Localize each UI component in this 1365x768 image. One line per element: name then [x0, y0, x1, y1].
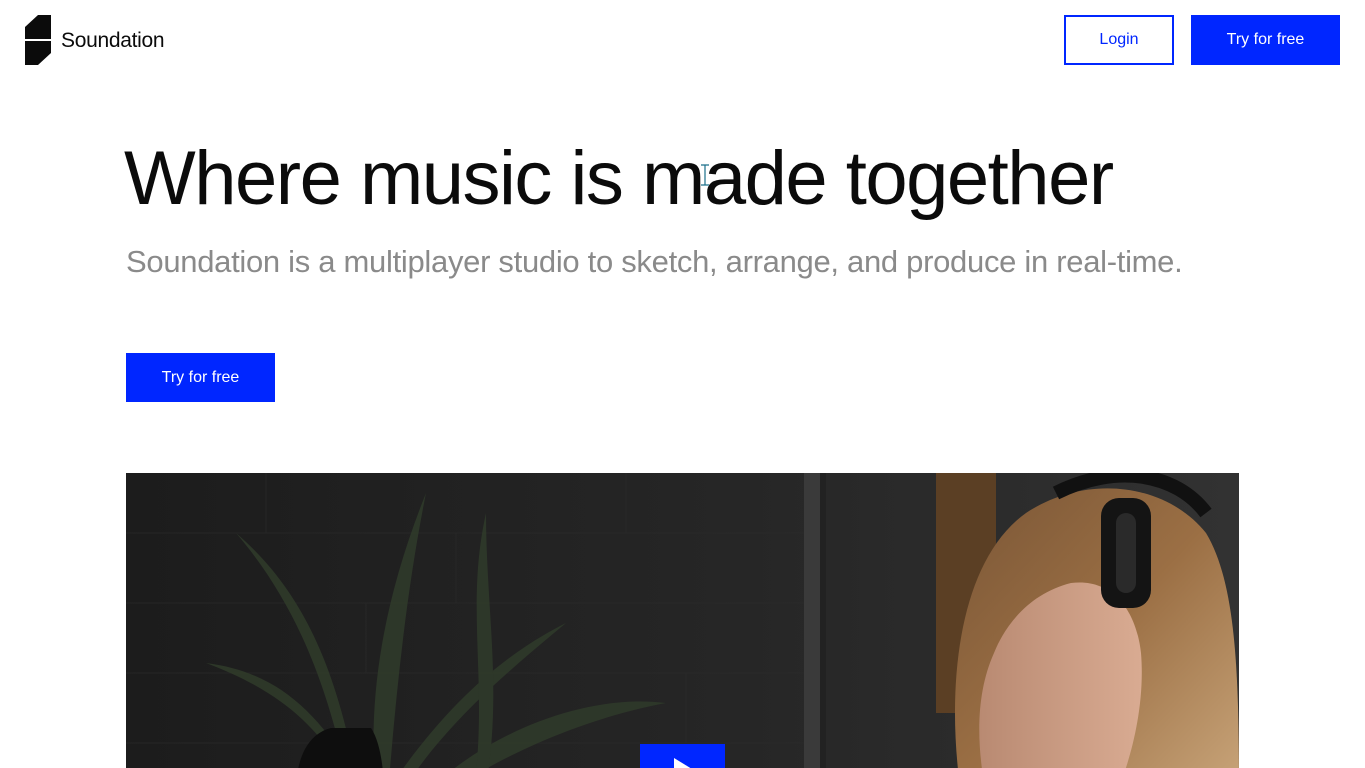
- text-cursor-icon: [701, 164, 709, 186]
- brand-logo-link[interactable]: Soundation: [25, 15, 165, 65]
- play-icon: [673, 758, 692, 768]
- video-thumbnail-image: [126, 473, 1239, 768]
- soundation-logo-icon: [25, 15, 51, 65]
- hero-video[interactable]: [126, 473, 1239, 768]
- hero-title: Where music is made together: [124, 136, 1114, 221]
- header-try-for-free-button[interactable]: Try for free: [1191, 15, 1340, 65]
- play-button[interactable]: [640, 744, 725, 768]
- page: Soundation Login Try for free Where musi…: [0, 0, 1365, 768]
- site-header: Soundation Login Try for free: [0, 0, 1365, 80]
- hero-try-for-free-button[interactable]: Try for free: [126, 353, 275, 402]
- hero-subtitle: Soundation is a multiplayer studio to sk…: [126, 244, 1183, 279]
- login-button[interactable]: Login: [1064, 15, 1174, 65]
- brand-name: Soundation: [61, 29, 165, 52]
